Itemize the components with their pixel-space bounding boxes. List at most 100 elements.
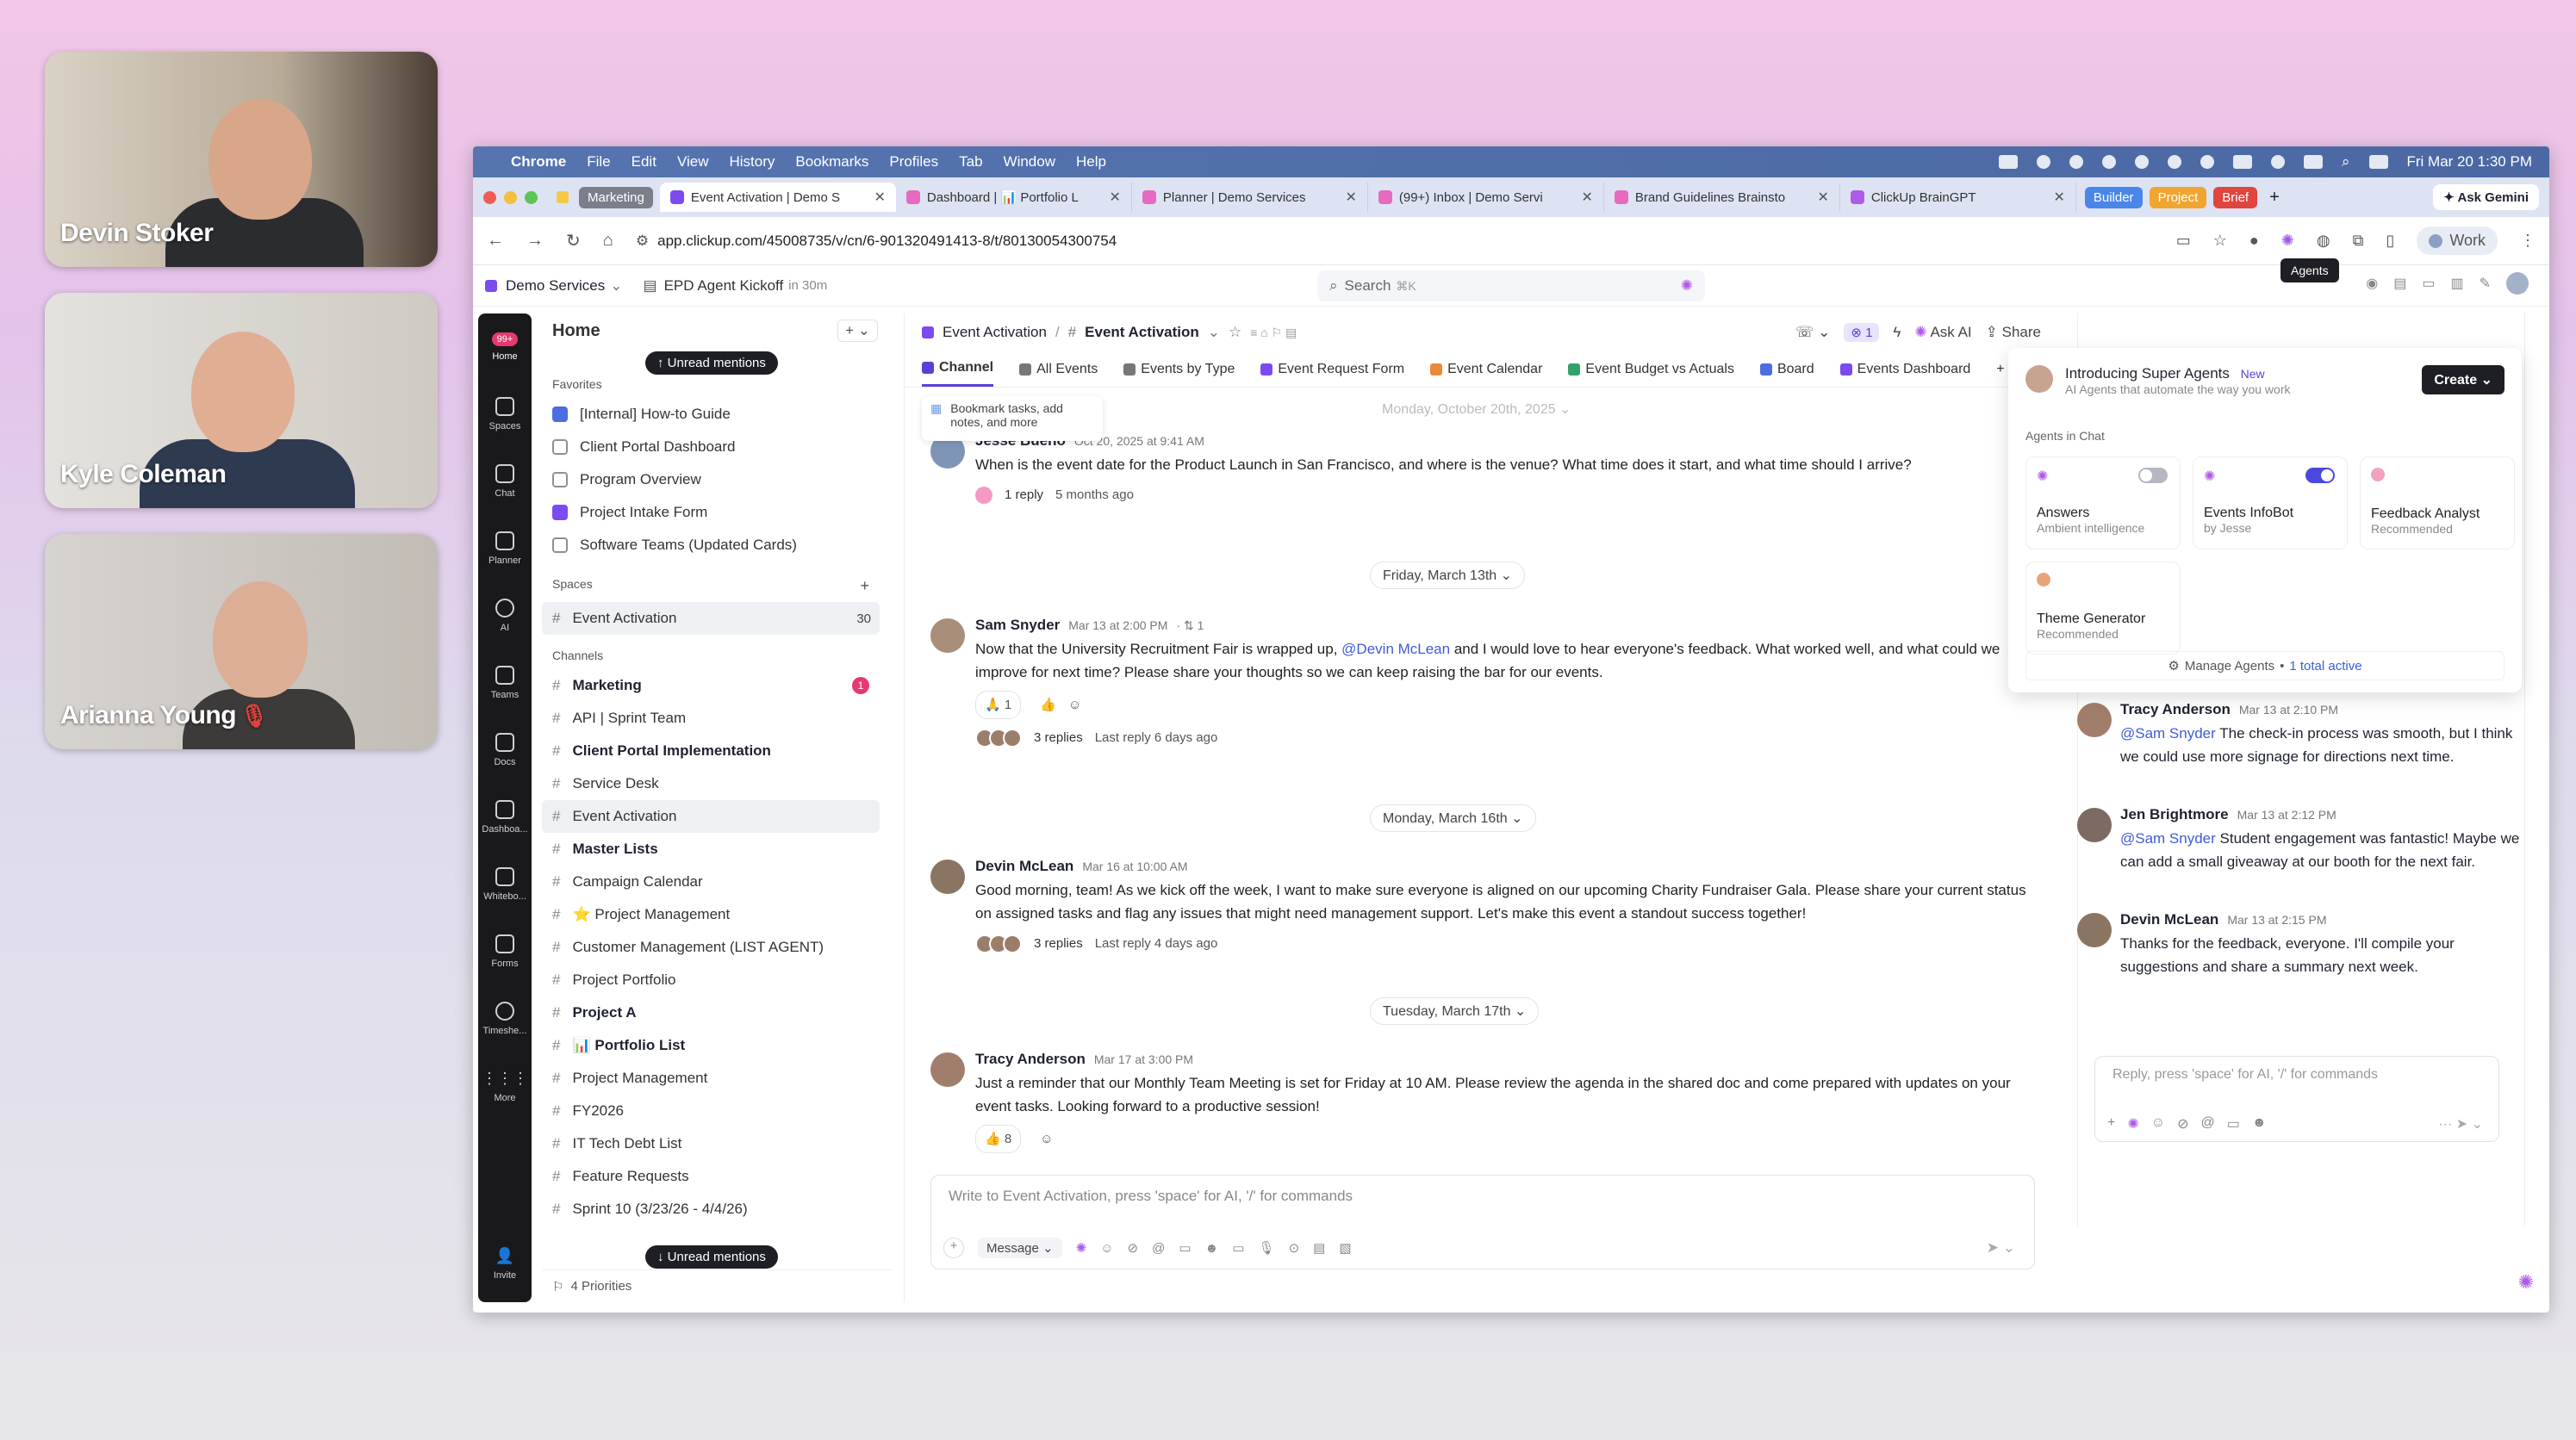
agent-card[interactable]: ✺ Answers Ambient intelligence xyxy=(2025,456,2181,549)
bookmark-hint[interactable]: ▦ Bookmark tasks, add notes, and more xyxy=(922,396,1103,441)
agent-toggle[interactable] xyxy=(2138,468,2168,483)
channel-item[interactable]: # Project Portfolio xyxy=(542,964,880,996)
menu-edit[interactable]: Edit xyxy=(632,153,656,171)
mention[interactable]: @Sam Snyder xyxy=(2120,725,2216,742)
status-icon[interactable] xyxy=(2069,155,2083,169)
rail-more[interactable]: ⋮⋮⋮ More xyxy=(478,1052,532,1120)
channel-item[interactable]: # Service Desk xyxy=(542,767,880,800)
search-icon[interactable]: ⌕ xyxy=(2342,153,2350,171)
date-divider[interactable]: Monday, March 16th ⌄ xyxy=(1370,804,1536,832)
favorite-item[interactable]: Software Teams (Updated Cards) xyxy=(542,529,880,562)
thumbs-up-icon[interactable]: 👍 xyxy=(1040,693,1056,717)
view-tab[interactable]: Board xyxy=(1759,351,1814,387)
wifi-icon[interactable] xyxy=(2270,155,2285,169)
rail-chat[interactable]: Chat xyxy=(478,448,532,515)
tab-group-brief[interactable]: Brief xyxy=(2213,186,2258,208)
thread-message[interactable]: Tracy Anderson Mar 13 at 2:10 PM @Sam Sny… xyxy=(2077,698,2525,768)
whiteboard-icon[interactable]: ✎ xyxy=(2480,275,2491,292)
menu-view[interactable]: View xyxy=(677,153,709,171)
phone-icon[interactable]: ☏ ⌄ xyxy=(1795,324,1830,341)
doc-icon[interactable]: ▤ xyxy=(1313,1240,1325,1256)
rail-docs[interactable]: Docs xyxy=(478,717,532,784)
record-icon[interactable]: ◉ xyxy=(2366,275,2378,292)
close-icon[interactable]: ✕ xyxy=(1817,189,1828,206)
mention[interactable]: @Devin McLean xyxy=(1341,641,1450,657)
maximize-window-button[interactable] xyxy=(525,190,538,204)
attach-icon[interactable]: ⊘ xyxy=(1128,1240,1139,1256)
priorities-footer[interactable]: ⚐ 4 Priorities xyxy=(542,1269,893,1302)
view-tab[interactable]: Event Budget vs Actuals xyxy=(1568,351,1734,387)
tab-group-project[interactable]: Project xyxy=(2149,186,2207,208)
control-center-icon[interactable] xyxy=(2368,155,2388,169)
gif-icon[interactable]: ☻ xyxy=(1205,1241,1219,1256)
channel-item[interactable]: # API | Sprint Team xyxy=(542,702,880,735)
site-settings-icon[interactable]: ⚙ xyxy=(636,233,649,250)
rail-spaces[interactable]: Spaces xyxy=(478,381,532,448)
back-icon[interactable]: ← xyxy=(487,231,504,251)
ai-sparkle-icon[interactable]: ✺ xyxy=(1076,1240,1087,1256)
video-tile[interactable]: Arianna Young 🎙 xyxy=(45,534,438,749)
share-button[interactable]: ⇪ Share xyxy=(1986,324,2041,341)
channel-item[interactable]: # Marketing 1 xyxy=(542,669,880,702)
rail-whiteboards[interactable]: Whitebo... xyxy=(478,851,532,918)
menu-app[interactable]: Chrome xyxy=(511,153,566,171)
replies-link[interactable]: 1 reply xyxy=(1005,483,1043,506)
video-icon[interactable]: ▭ xyxy=(1232,1240,1244,1256)
status-icon[interactable] xyxy=(2036,155,2050,169)
plus-icon[interactable]: + xyxy=(943,1238,964,1258)
channel-item[interactable]: # Project A xyxy=(542,996,880,1029)
status-icon[interactable] xyxy=(2134,155,2149,169)
minimize-window-button[interactable] xyxy=(504,190,517,204)
forward-icon[interactable]: → xyxy=(526,231,544,251)
menu-file[interactable]: File xyxy=(587,153,610,171)
video-icon[interactable]: ▭ xyxy=(2422,275,2435,292)
favorite-item[interactable]: Program Overview xyxy=(542,463,880,496)
task-icon[interactable]: ⊙ xyxy=(1289,1240,1300,1256)
view-tab[interactable]: Events Dashboard xyxy=(1839,351,1970,387)
send-icon[interactable]: ··· ➤ ⌄ xyxy=(2438,1115,2483,1133)
extensions-puzzle-icon[interactable]: ⧉ xyxy=(2353,232,2364,250)
replies-link[interactable]: 3 replies xyxy=(1034,932,1083,955)
channel-item[interactable]: # IT Tech Debt List xyxy=(542,1127,880,1160)
close-icon[interactable]: ✕ xyxy=(2053,189,2064,206)
date-divider[interactable]: Friday, March 13th ⌄ xyxy=(1370,562,1526,589)
channel-item[interactable]: # ⭐ Project Management xyxy=(542,898,880,931)
video-tile[interactable]: Devin Stoker xyxy=(45,52,438,267)
ai-assistant-icon[interactable]: ✺ xyxy=(2518,1271,2534,1294)
close-window-button[interactable] xyxy=(483,190,496,204)
thread-message[interactable]: Jen Brightmore Mar 13 at 2:12 PM @Sam Sny… xyxy=(2077,803,2525,873)
view-tab[interactable]: Event Calendar xyxy=(1430,351,1542,387)
mention-icon[interactable]: @ xyxy=(1152,1241,1165,1256)
bolt-icon[interactable]: ϟ xyxy=(1893,324,1901,341)
next-meeting[interactable]: EPD Agent Kickoff xyxy=(664,277,784,295)
tab-group-builder[interactable]: Builder xyxy=(2084,186,2143,208)
extension-icon[interactable]: ◍ xyxy=(2317,232,2330,250)
close-icon[interactable]: ✕ xyxy=(874,189,885,206)
spaces-header[interactable]: Spaces + xyxy=(552,577,893,595)
video-tile[interactable]: Kyle Coleman xyxy=(45,293,438,508)
mic-icon[interactable]: 🎙 xyxy=(1259,1240,1275,1256)
home-icon[interactable]: ⌂ xyxy=(603,231,613,251)
chevron-down-icon[interactable]: ⌄ xyxy=(610,277,622,295)
view-tab[interactable]: Channel xyxy=(922,351,994,387)
side-panel-icon[interactable]: ▯ xyxy=(2386,232,2394,250)
extension-icon[interactable]: ✺ xyxy=(2281,232,2294,250)
reply-composer[interactable]: Reply, press 'space' for AI, '/' for com… xyxy=(2094,1056,2499,1142)
message[interactable]: Sam Snyder Mar 13 at 2:00 PM · ⇅ 1 Now tha… xyxy=(930,613,2042,749)
favorite-item[interactable]: Project Intake Form xyxy=(542,496,880,529)
channel-item[interactable]: # Client Portal Implementation xyxy=(542,735,880,767)
moon-icon[interactable] xyxy=(2167,155,2181,169)
docs-icon[interactable]: ▥ xyxy=(2450,275,2463,292)
tab-dashboard[interactable]: Dashboard | 📊 Portfolio L ✕ xyxy=(896,183,1132,212)
rail-dashboards[interactable]: Dashboa... xyxy=(478,784,532,851)
ask-gemini-button[interactable]: ✦ Ask Gemini xyxy=(2433,184,2539,210)
menu-window[interactable]: Window xyxy=(1004,153,1055,171)
kebab-menu-icon[interactable]: ⋮ xyxy=(2520,232,2536,250)
more-icon[interactable]: ▧ xyxy=(1339,1240,1351,1256)
send-icon[interactable]: ➤ ⌄ xyxy=(1987,1239,2015,1257)
add-reaction-icon[interactable]: ☺ xyxy=(1068,693,1081,717)
channel-item[interactable]: # Master Lists xyxy=(542,833,880,866)
channel-item[interactable]: # Event Activation xyxy=(542,800,880,833)
channel-item[interactable]: # Customer Management (LIST AGENT) xyxy=(542,931,880,964)
rail-invite[interactable]: 👤 Invite xyxy=(478,1230,532,1297)
